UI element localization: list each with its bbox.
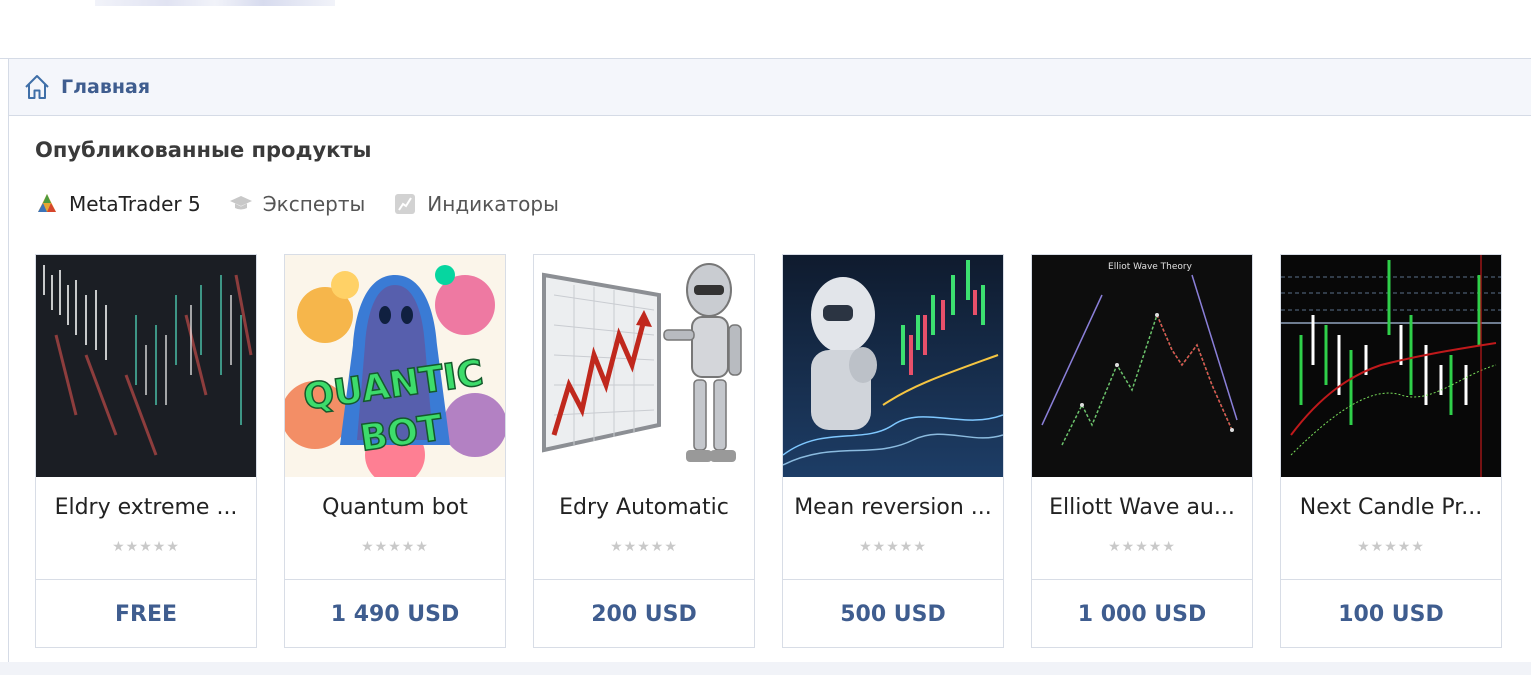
product-thumbnail[interactable]: QUANTIC BOT (285, 255, 505, 477)
product-thumbnail[interactable] (783, 255, 1003, 477)
star-rating: ★★★★★ (859, 539, 927, 555)
star-rating: ★★★★★ (1357, 539, 1425, 555)
section-title: Опубликованные продукты (35, 138, 372, 162)
product-thumbnail[interactable] (534, 255, 754, 477)
graduation-cap-icon (229, 192, 253, 216)
star-rating: ★★★★★ (361, 539, 429, 555)
star-rating: ★★★★★ (112, 539, 180, 555)
product-card[interactable]: Elliot Wave Theory Elliott Wave au... ★★… (1031, 254, 1253, 648)
product-price[interactable]: 1 000 USD (1032, 579, 1252, 648)
product-price[interactable]: 200 USD (534, 579, 754, 648)
metatrader-icon (35, 192, 59, 216)
filter-label: Эксперты (262, 192, 366, 216)
filter-metatrader5[interactable]: MetaTrader 5 (35, 192, 201, 216)
star-rating: ★★★★★ (610, 539, 678, 555)
product-card[interactable]: Next Candle Pr... ★★★★★ 100 USD (1280, 254, 1502, 648)
product-thumbnail[interactable] (1281, 255, 1501, 477)
indicator-icon (393, 192, 417, 216)
breadcrumb-home-link[interactable]: Главная (61, 76, 150, 98)
thumbnail-caption: Elliot Wave Theory (1108, 262, 1193, 272)
product-price[interactable]: FREE (36, 579, 256, 648)
product-name[interactable]: Edry Automatic (544, 495, 744, 520)
product-card[interactable]: Edry Automatic ★★★★★ 200 USD (533, 254, 755, 648)
header-logo-remnant (95, 0, 335, 6)
filter-indicators[interactable]: Индикаторы (393, 192, 559, 216)
product-card[interactable]: QUANTIC BOT Quantum bot ★★★★★ 1 490 USD (284, 254, 506, 648)
product-name[interactable]: Quantum bot (295, 495, 495, 520)
product-price[interactable]: 100 USD (1281, 579, 1501, 648)
product-price[interactable]: 1 490 USD (285, 579, 505, 648)
product-name[interactable]: Next Candle Pr... (1291, 495, 1491, 520)
product-name[interactable]: Elliott Wave au... (1042, 495, 1242, 520)
product-thumbnail[interactable] (36, 255, 256, 477)
product-price[interactable]: 500 USD (783, 579, 1003, 648)
star-rating: ★★★★★ (1108, 539, 1176, 555)
product-card[interactable]: Mean reversion ... ★★★★★ 500 USD (782, 254, 1004, 648)
product-thumbnail[interactable]: Elliot Wave Theory (1032, 255, 1252, 477)
filter-label: Индикаторы (427, 192, 559, 216)
breadcrumb: Главная (9, 59, 1531, 116)
filter-label: MetaTrader 5 (69, 192, 201, 216)
panel-left-border (8, 58, 9, 662)
product-name[interactable]: Mean reversion ... (793, 495, 993, 520)
platform-filter-bar: MetaTrader 5 Эксперты Индикаторы (35, 188, 587, 220)
product-card[interactable]: Eldry extreme ... ★★★★★ FREE (35, 254, 257, 648)
filter-experts[interactable]: Эксперты (229, 192, 366, 216)
footer-strip (0, 662, 1531, 675)
home-icon[interactable] (23, 73, 51, 101)
product-name[interactable]: Eldry extreme ... (46, 495, 246, 520)
